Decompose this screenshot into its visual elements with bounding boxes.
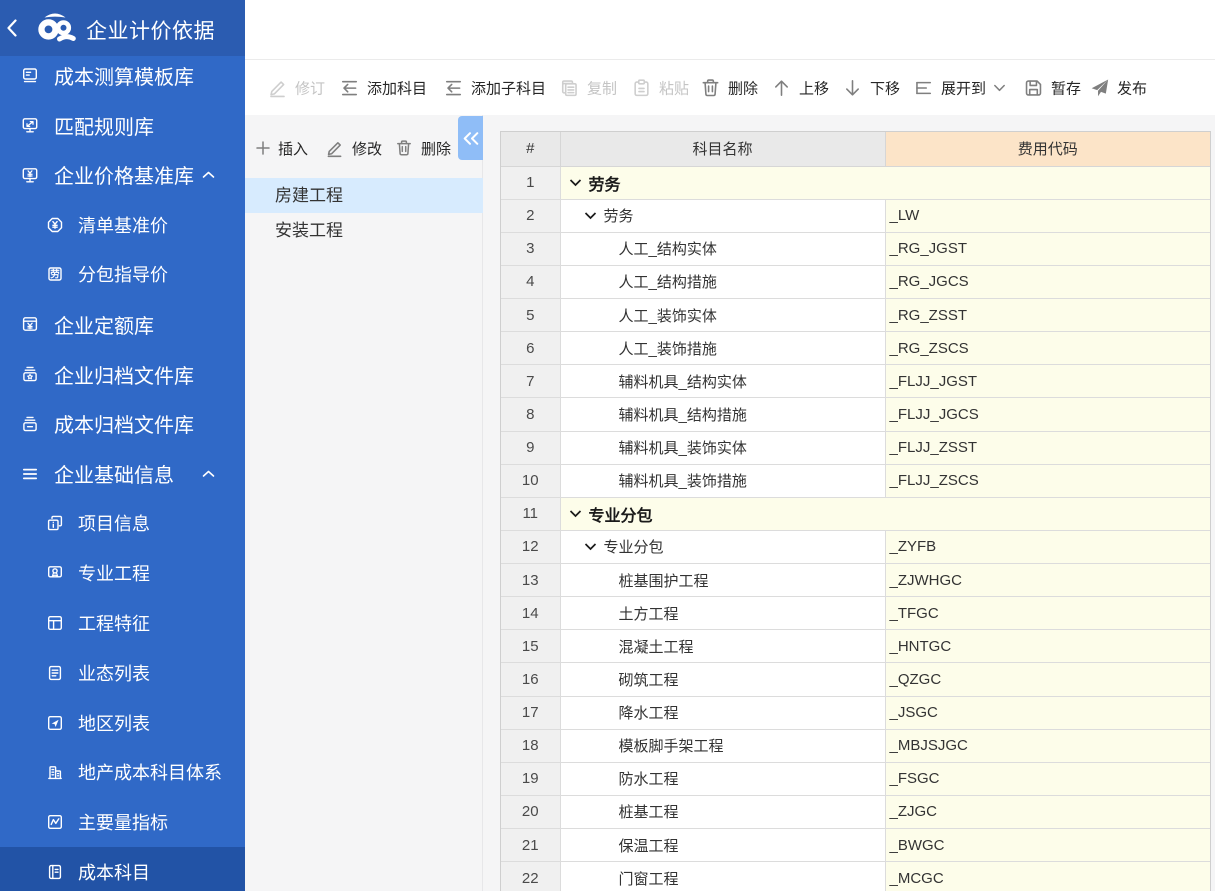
svg-text:劳: 劳 bbox=[50, 269, 60, 281]
